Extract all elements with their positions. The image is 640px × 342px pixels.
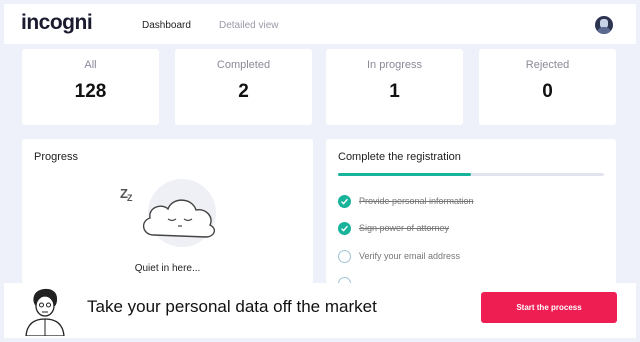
stat-label: All (84, 59, 97, 71)
step-personal-info[interactable]: Provide personal information (338, 195, 598, 209)
stat-value: 1 (389, 81, 400, 102)
empty-state-text: Quiet in here... (134, 263, 201, 274)
stat-card-in-progress: In progress 1 (326, 49, 463, 125)
check-done-icon (338, 195, 351, 208)
top-bar: incogni Dashboard Detailed view (4, 4, 636, 44)
registration-title: Complete the registration (338, 151, 461, 163)
sleeping-cloud-icon (143, 179, 216, 247)
promo-banner: Take your personal data off the market S… (4, 283, 636, 338)
avatar-body (597, 27, 611, 34)
stat-label: Rejected (525, 59, 570, 71)
stat-value: 2 (238, 81, 249, 102)
registration-progress-fill (338, 173, 471, 176)
nav-dashboard[interactable]: Dashboard (142, 20, 191, 31)
start-process-button[interactable]: Start the process (481, 292, 617, 323)
registration-progress-bar (338, 173, 604, 176)
check-pending-icon (338, 250, 351, 263)
stat-card-rejected: Rejected 0 (479, 49, 616, 125)
nav-detailed-view[interactable]: Detailed view (219, 20, 278, 31)
registration-card: Complete the registration Provide person… (326, 139, 616, 290)
step-label: Sign power of attorney (359, 223, 450, 233)
stat-label: In progress (366, 59, 423, 71)
step-label: Verify your email address (359, 251, 461, 261)
stat-card-all: All 128 (22, 49, 159, 125)
stat-value: 128 (74, 81, 107, 102)
banner-headline: Take your personal data off the market (87, 297, 377, 316)
stat-card-completed: Completed 2 (175, 49, 312, 125)
step-label: Provide personal information (359, 196, 474, 206)
app-logo[interactable]: incogni (21, 11, 93, 35)
stat-value: 0 (542, 81, 553, 102)
progress-title: Progress (34, 151, 79, 163)
progress-card: Progress Z Z Quiet in here... (22, 139, 313, 284)
step-verify-email[interactable]: Verify your email address (338, 250, 598, 264)
person-illustration-icon (25, 288, 65, 336)
stat-label: Completed (216, 59, 271, 71)
step-power-of-attorney[interactable]: Sign power of attorney (338, 222, 598, 236)
check-done-icon (338, 222, 351, 235)
user-avatar-icon[interactable] (595, 16, 613, 34)
